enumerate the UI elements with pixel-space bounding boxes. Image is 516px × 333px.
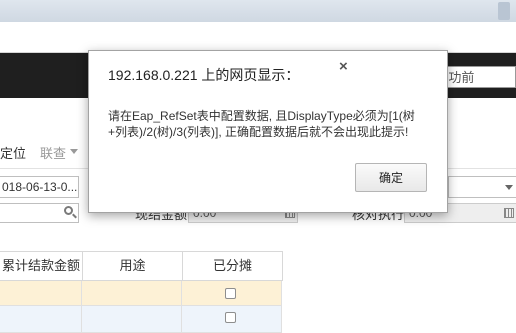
- dialog-message: 请在Eap_RefSet表中配置数据, 且DisplayType必须为[1(树+…: [108, 109, 415, 139]
- table-cell[interactable]: [182, 281, 282, 306]
- allocated-checkbox[interactable]: [225, 312, 236, 323]
- table-cell[interactable]: [0, 306, 82, 333]
- table-cell[interactable]: [82, 306, 182, 333]
- column-header[interactable]: 用途: [82, 251, 183, 281]
- table-row[interactable]: [0, 306, 282, 333]
- column-header[interactable]: 累计结款金额: [0, 251, 83, 281]
- chevron-down-icon[interactable]: [505, 185, 513, 190]
- table-cell[interactable]: [82, 281, 182, 306]
- linked-query-button[interactable]: 联查: [40, 143, 66, 162]
- locate-button[interactable]: 定位: [0, 143, 26, 162]
- close-icon[interactable]: ×: [339, 58, 348, 75]
- browser-address-bar[interactable]: [0, 22, 516, 53]
- search-icon[interactable]: [64, 206, 73, 215]
- chevron-down-icon[interactable]: [70, 149, 78, 154]
- allocated-checkbox[interactable]: [225, 288, 236, 299]
- alert-dialog: 192.168.0.221 上的网页显示： 请在Eap_RefSet表中配置数据…: [88, 50, 448, 213]
- browser-tab[interactable]: [498, 2, 510, 20]
- ok-button[interactable]: 确定: [355, 163, 427, 192]
- table-cell[interactable]: [182, 306, 282, 333]
- calculator-icon[interactable]: [504, 208, 514, 218]
- table-cell[interactable]: [0, 281, 82, 306]
- dialog-title: 192.168.0.221 上的网页显示：: [108, 67, 300, 83]
- table-row[interactable]: [0, 281, 282, 306]
- date-field[interactable]: 018-06-13-0...: [0, 176, 79, 198]
- column-header[interactable]: 已分摊: [182, 251, 283, 281]
- browser-tab-strip: [0, 0, 516, 23]
